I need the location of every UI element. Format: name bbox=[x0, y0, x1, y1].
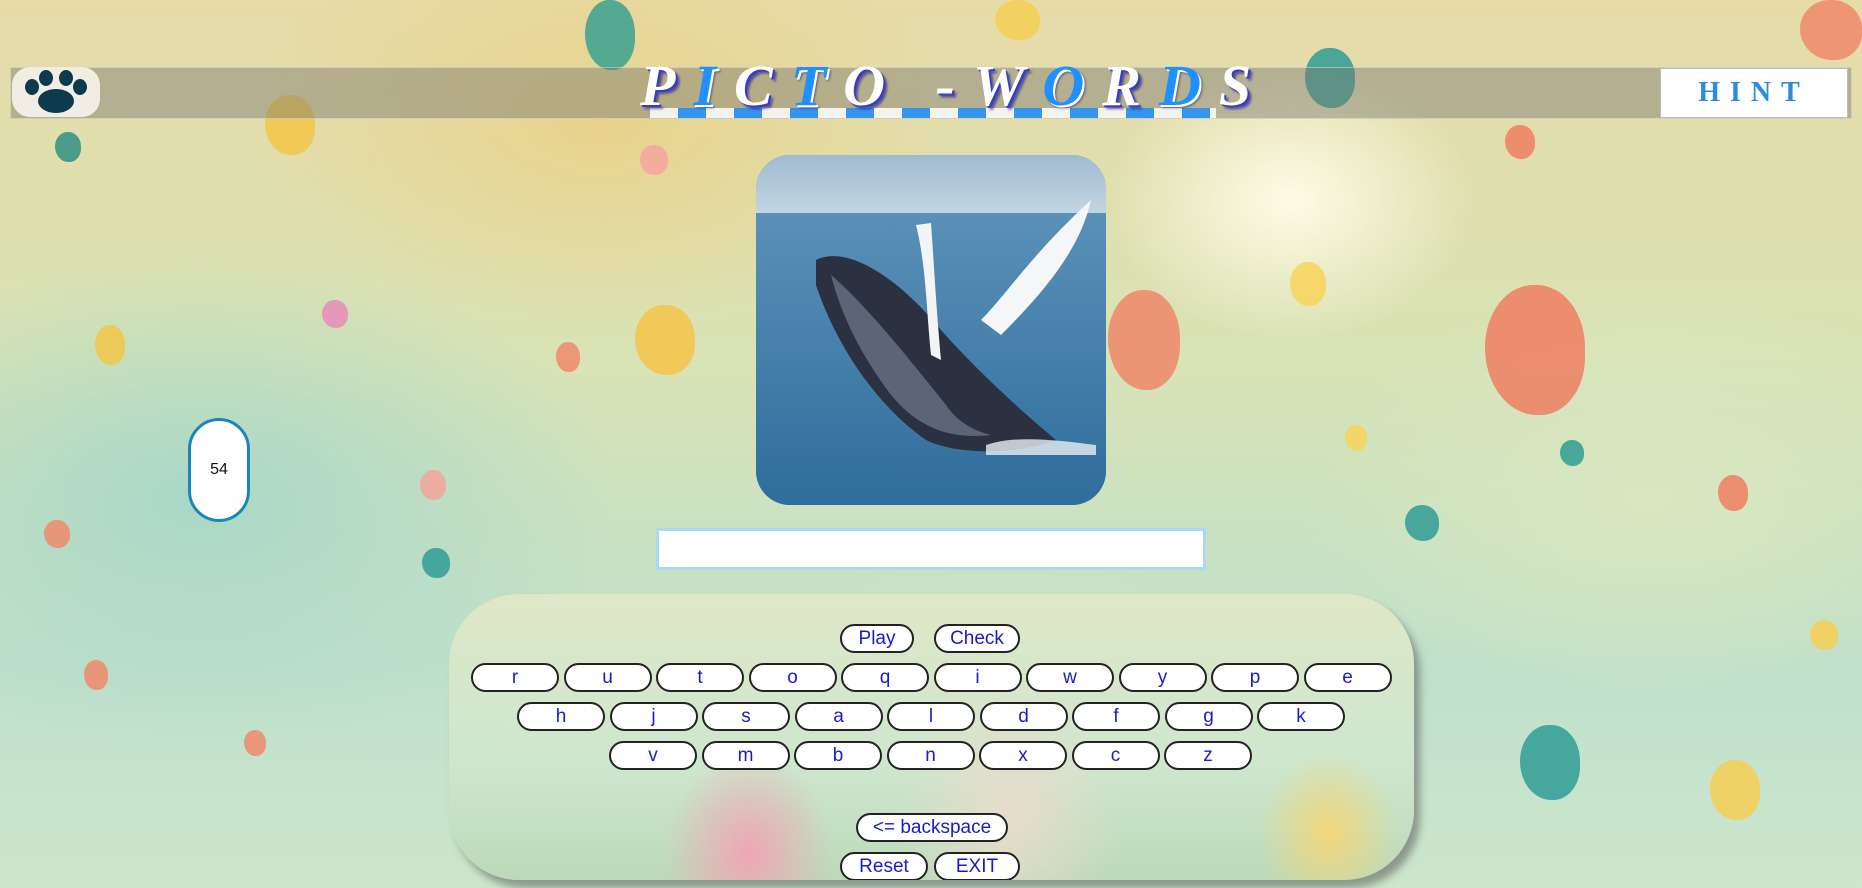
score-counter: 54 bbox=[188, 418, 250, 522]
title-letter: O bbox=[1042, 53, 1103, 118]
letter-key-x[interactable]: x bbox=[979, 741, 1067, 770]
letter-key-m[interactable]: m bbox=[701, 741, 790, 770]
title-letter: R bbox=[1102, 53, 1159, 118]
letter-key-s[interactable]: s bbox=[702, 702, 790, 731]
title-letter: D bbox=[1158, 53, 1219, 118]
title-letter: - bbox=[935, 53, 973, 118]
letter-key-p[interactable]: p bbox=[1211, 663, 1299, 692]
letter-key-q[interactable]: q bbox=[841, 663, 929, 692]
letter-key-i[interactable]: i bbox=[933, 663, 1022, 692]
letter-key-a[interactable]: a bbox=[794, 702, 883, 731]
whale-illustration bbox=[756, 155, 1106, 505]
title-letter bbox=[903, 53, 936, 118]
letter-key-b[interactable]: b bbox=[794, 741, 882, 770]
letter-key-k[interactable]: k bbox=[1257, 702, 1345, 731]
check-button[interactable]: Check bbox=[934, 624, 1020, 653]
whale-image bbox=[756, 155, 1106, 505]
letter-key-g[interactable]: g bbox=[1164, 702, 1253, 731]
reset-button[interactable]: Reset bbox=[840, 852, 928, 880]
paw-icon bbox=[25, 70, 87, 113]
letter-key-o[interactable]: o bbox=[748, 663, 837, 692]
letter-key-c[interactable]: c bbox=[1071, 741, 1160, 770]
letter-key-u[interactable]: u bbox=[563, 663, 652, 692]
letter-key-r[interactable]: r bbox=[471, 663, 559, 692]
letter-keyboard: Play Check <= backspace Reset EXIT rutoq… bbox=[449, 594, 1414, 880]
title-letter: W bbox=[972, 53, 1043, 118]
letter-key-d[interactable]: d bbox=[979, 702, 1068, 731]
letter-key-e[interactable]: e bbox=[1303, 663, 1392, 692]
answer-input[interactable] bbox=[656, 528, 1206, 570]
page-title: PICTO -WORDS bbox=[640, 52, 1251, 122]
play-button[interactable]: Play bbox=[840, 624, 914, 653]
letter-key-z[interactable]: z bbox=[1164, 741, 1252, 770]
letter-key-l[interactable]: l bbox=[887, 702, 975, 731]
letter-key-y[interactable]: y bbox=[1118, 663, 1207, 692]
letter-key-f[interactable]: f bbox=[1072, 702, 1160, 731]
title-letter: O bbox=[843, 53, 903, 118]
letter-key-w[interactable]: w bbox=[1026, 663, 1114, 692]
title-letter: C bbox=[734, 53, 791, 118]
title-letter: T bbox=[790, 53, 844, 118]
letter-key-h[interactable]: h bbox=[517, 702, 605, 731]
hint-button[interactable]: HINT bbox=[1660, 68, 1848, 118]
backspace-button[interactable]: <= backspace bbox=[856, 813, 1008, 842]
title-letter: I bbox=[693, 53, 735, 118]
letter-key-v[interactable]: v bbox=[609, 741, 697, 770]
letter-key-j[interactable]: j bbox=[609, 702, 698, 731]
letter-key-t[interactable]: t bbox=[656, 663, 744, 692]
title-letter: S bbox=[1218, 53, 1270, 118]
paw-home-button[interactable] bbox=[12, 67, 100, 117]
letter-key-n[interactable]: n bbox=[886, 741, 975, 770]
exit-button[interactable]: EXIT bbox=[934, 852, 1020, 880]
title-letter: P bbox=[640, 53, 694, 118]
